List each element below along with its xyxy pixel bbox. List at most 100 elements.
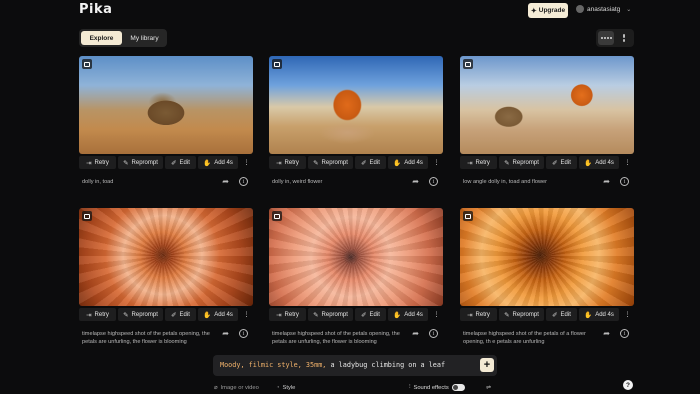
more-options-icon[interactable]: ⋮ <box>240 156 253 169</box>
reprompt-button[interactable]: ✎ Reprompt <box>499 308 544 321</box>
add-time-button[interactable]: ✋ Add 4s <box>388 156 428 169</box>
card-caption: timelapse highspeed shot of the petals o… <box>463 331 586 345</box>
edit-button[interactable]: ✐ Edit <box>355 156 386 169</box>
video-thumbnail[interactable] <box>460 208 634 306</box>
reprompt-button[interactable]: ✎ Reprompt <box>308 308 353 321</box>
more-options-icon[interactable]: ⋮ <box>240 308 253 321</box>
help-button[interactable]: ? <box>623 380 633 390</box>
video-card[interactable]: ⇥ Retry ✎ Reprompt ✐ Edit ✋ Add 4s ⋮ low ang… <box>460 56 634 197</box>
edit-button[interactable]: ✐ Edit <box>165 156 196 169</box>
share-icon[interactable]: ➦ <box>412 329 419 338</box>
more-options-icon[interactable]: ⋮ <box>430 156 443 169</box>
card-actions: ⇥ Retry ✎ Reprompt ✐ Edit ✋ Add 4s ⋮ <box>79 156 253 169</box>
list-view-button[interactable] <box>616 31 632 45</box>
add-label: Add 4s <box>595 311 614 318</box>
retry-button[interactable]: ⇥ Retry <box>460 308 497 321</box>
edit-label: Edit <box>369 311 380 318</box>
image-icon <box>463 211 473 221</box>
image-or-video-button[interactable]: ⌀ Image or video <box>214 383 259 392</box>
info-icon[interactable]: i <box>239 329 248 338</box>
add-time-button[interactable]: ✋ Add 4s <box>198 308 238 321</box>
card-caption: low angle dolly in, toad and flower <box>463 179 547 185</box>
retry-label: Retry <box>284 311 299 318</box>
list-icon <box>616 34 632 42</box>
info-icon[interactable]: i <box>429 177 438 186</box>
more-options-icon[interactable]: ⋮ <box>430 308 443 321</box>
edit-icon: ✐ <box>171 311 177 319</box>
view-toggle <box>596 29 634 47</box>
video-card[interactable]: ⇥ Retry ✎ Reprompt ✐ Edit ✋ Add 4s ⋮ timelap… <box>460 208 634 349</box>
edit-button[interactable]: ✐ Edit <box>546 308 577 321</box>
edit-button[interactable]: ✐ Edit <box>546 156 577 169</box>
more-options-icon[interactable]: ⋮ <box>621 308 634 321</box>
settings-sliders-button[interactable]: ⇌ <box>486 383 491 392</box>
tab-switcher: Explore My library <box>79 29 167 47</box>
info-icon[interactable]: i <box>620 177 629 186</box>
reprompt-label: Reprompt <box>131 159 158 166</box>
share-icon[interactable]: ➦ <box>412 177 419 186</box>
video-thumbnail[interactable] <box>79 208 253 306</box>
share-icon[interactable]: ➦ <box>603 177 610 186</box>
reprompt-icon: ✎ <box>313 159 319 167</box>
generate-plus-button[interactable]: + <box>480 358 494 372</box>
retry-button[interactable]: ⇥ Retry <box>269 156 306 169</box>
retry-button[interactable]: ⇥ Retry <box>269 308 306 321</box>
upgrade-label: Upgrade <box>538 7 566 14</box>
add-time-button[interactable]: ✋ Add 4s <box>579 156 619 169</box>
prompt-text[interactable]: Moody, filmic style, 35mm, a ladybug cli… <box>220 361 445 369</box>
retry-button[interactable]: ⇥ Retry <box>79 156 116 169</box>
info-icon[interactable]: i <box>620 329 629 338</box>
edit-icon: ✐ <box>361 159 367 167</box>
more-options-icon[interactable]: ⋮ <box>621 156 634 169</box>
card-actions: ⇥ Retry ✎ Reprompt ✐ Edit ✋ Add 4s ⋮ <box>79 308 253 321</box>
image-icon <box>82 59 92 69</box>
share-icon[interactable]: ➦ <box>222 329 229 338</box>
retry-button[interactable]: ⇥ Retry <box>79 308 116 321</box>
video-card[interactable]: ⇥ Retry ✎ Reprompt ✐ Edit ✋ Add 4s ⋮ timelap… <box>269 208 443 349</box>
reprompt-button[interactable]: ✎ Reprompt <box>118 156 163 169</box>
sound-effects-toggle[interactable] <box>451 384 465 391</box>
avatar <box>576 5 584 13</box>
info-icon[interactable]: i <box>239 177 248 186</box>
video-thumbnail[interactable] <box>79 56 253 154</box>
upgrade-button[interactable]: ✦ Upgrade <box>528 3 568 18</box>
video-card[interactable]: ⇥ Retry ✎ Reprompt ✐ Edit ✋ Add 4s ⋮ timelap… <box>79 208 253 349</box>
edit-button[interactable]: ✐ Edit <box>355 308 386 321</box>
add-time-button[interactable]: ✋ Add 4s <box>198 156 238 169</box>
share-icon[interactable]: ➦ <box>222 177 229 186</box>
video-thumbnail[interactable] <box>269 208 443 306</box>
video-thumbnail[interactable] <box>460 56 634 154</box>
reprompt-label: Reprompt <box>131 311 158 318</box>
tab-explore[interactable]: Explore <box>81 31 122 45</box>
tab-my-library[interactable]: My library <box>124 31 165 45</box>
sparkle-icon: ✦ <box>530 7 537 15</box>
add-time-button[interactable]: ✋ Add 4s <box>579 308 619 321</box>
video-card[interactable]: ⇥ Retry ✎ Reprompt ✐ Edit ✋ Add 4s ⋮ dolly i… <box>79 56 253 197</box>
reprompt-button[interactable]: ✎ Reprompt <box>499 156 544 169</box>
share-icon[interactable]: ➦ <box>603 329 610 338</box>
grid-view-button[interactable] <box>598 31 614 45</box>
add-time-button[interactable]: ✋ Add 4s <box>388 308 428 321</box>
retry-button[interactable]: ⇥ Retry <box>460 156 497 169</box>
retry-icon: ⇥ <box>86 159 92 167</box>
reprompt-button[interactable]: ✎ Reprompt <box>118 308 163 321</box>
username: anastasiatg <box>587 5 621 13</box>
reprompt-button[interactable]: ✎ Reprompt <box>308 156 353 169</box>
reprompt-icon: ✎ <box>123 311 129 319</box>
image-icon <box>82 211 92 221</box>
hand-icon: ✋ <box>203 159 212 167</box>
card-actions: ⇥ Retry ✎ Reprompt ✐ Edit ✋ Add 4s ⋮ <box>269 156 443 169</box>
edit-button[interactable]: ✐ Edit <box>165 308 196 321</box>
video-card[interactable]: ⇥ Retry ✎ Reprompt ✐ Edit ✋ Add 4s ⋮ dolly i… <box>269 56 443 197</box>
style-button[interactable]: ◔ Style <box>276 383 295 392</box>
retry-icon: ⇥ <box>467 159 473 167</box>
sound-effects-label: Sound effects <box>413 384 449 391</box>
logo[interactable]: Pika <box>79 2 112 17</box>
add-label: Add 4s <box>404 311 423 318</box>
prompt-input[interactable]: Moody, filmic style, 35mm, a ladybug cli… <box>213 355 497 376</box>
video-thumbnail[interactable] <box>269 56 443 154</box>
card-actions: ⇥ Retry ✎ Reprompt ✐ Edit ✋ Add 4s ⋮ <box>460 156 634 169</box>
info-icon[interactable]: i <box>429 329 438 338</box>
user-menu[interactable]: anastasiatg ⌄ <box>576 5 631 13</box>
hand-icon: ✋ <box>584 311 593 319</box>
